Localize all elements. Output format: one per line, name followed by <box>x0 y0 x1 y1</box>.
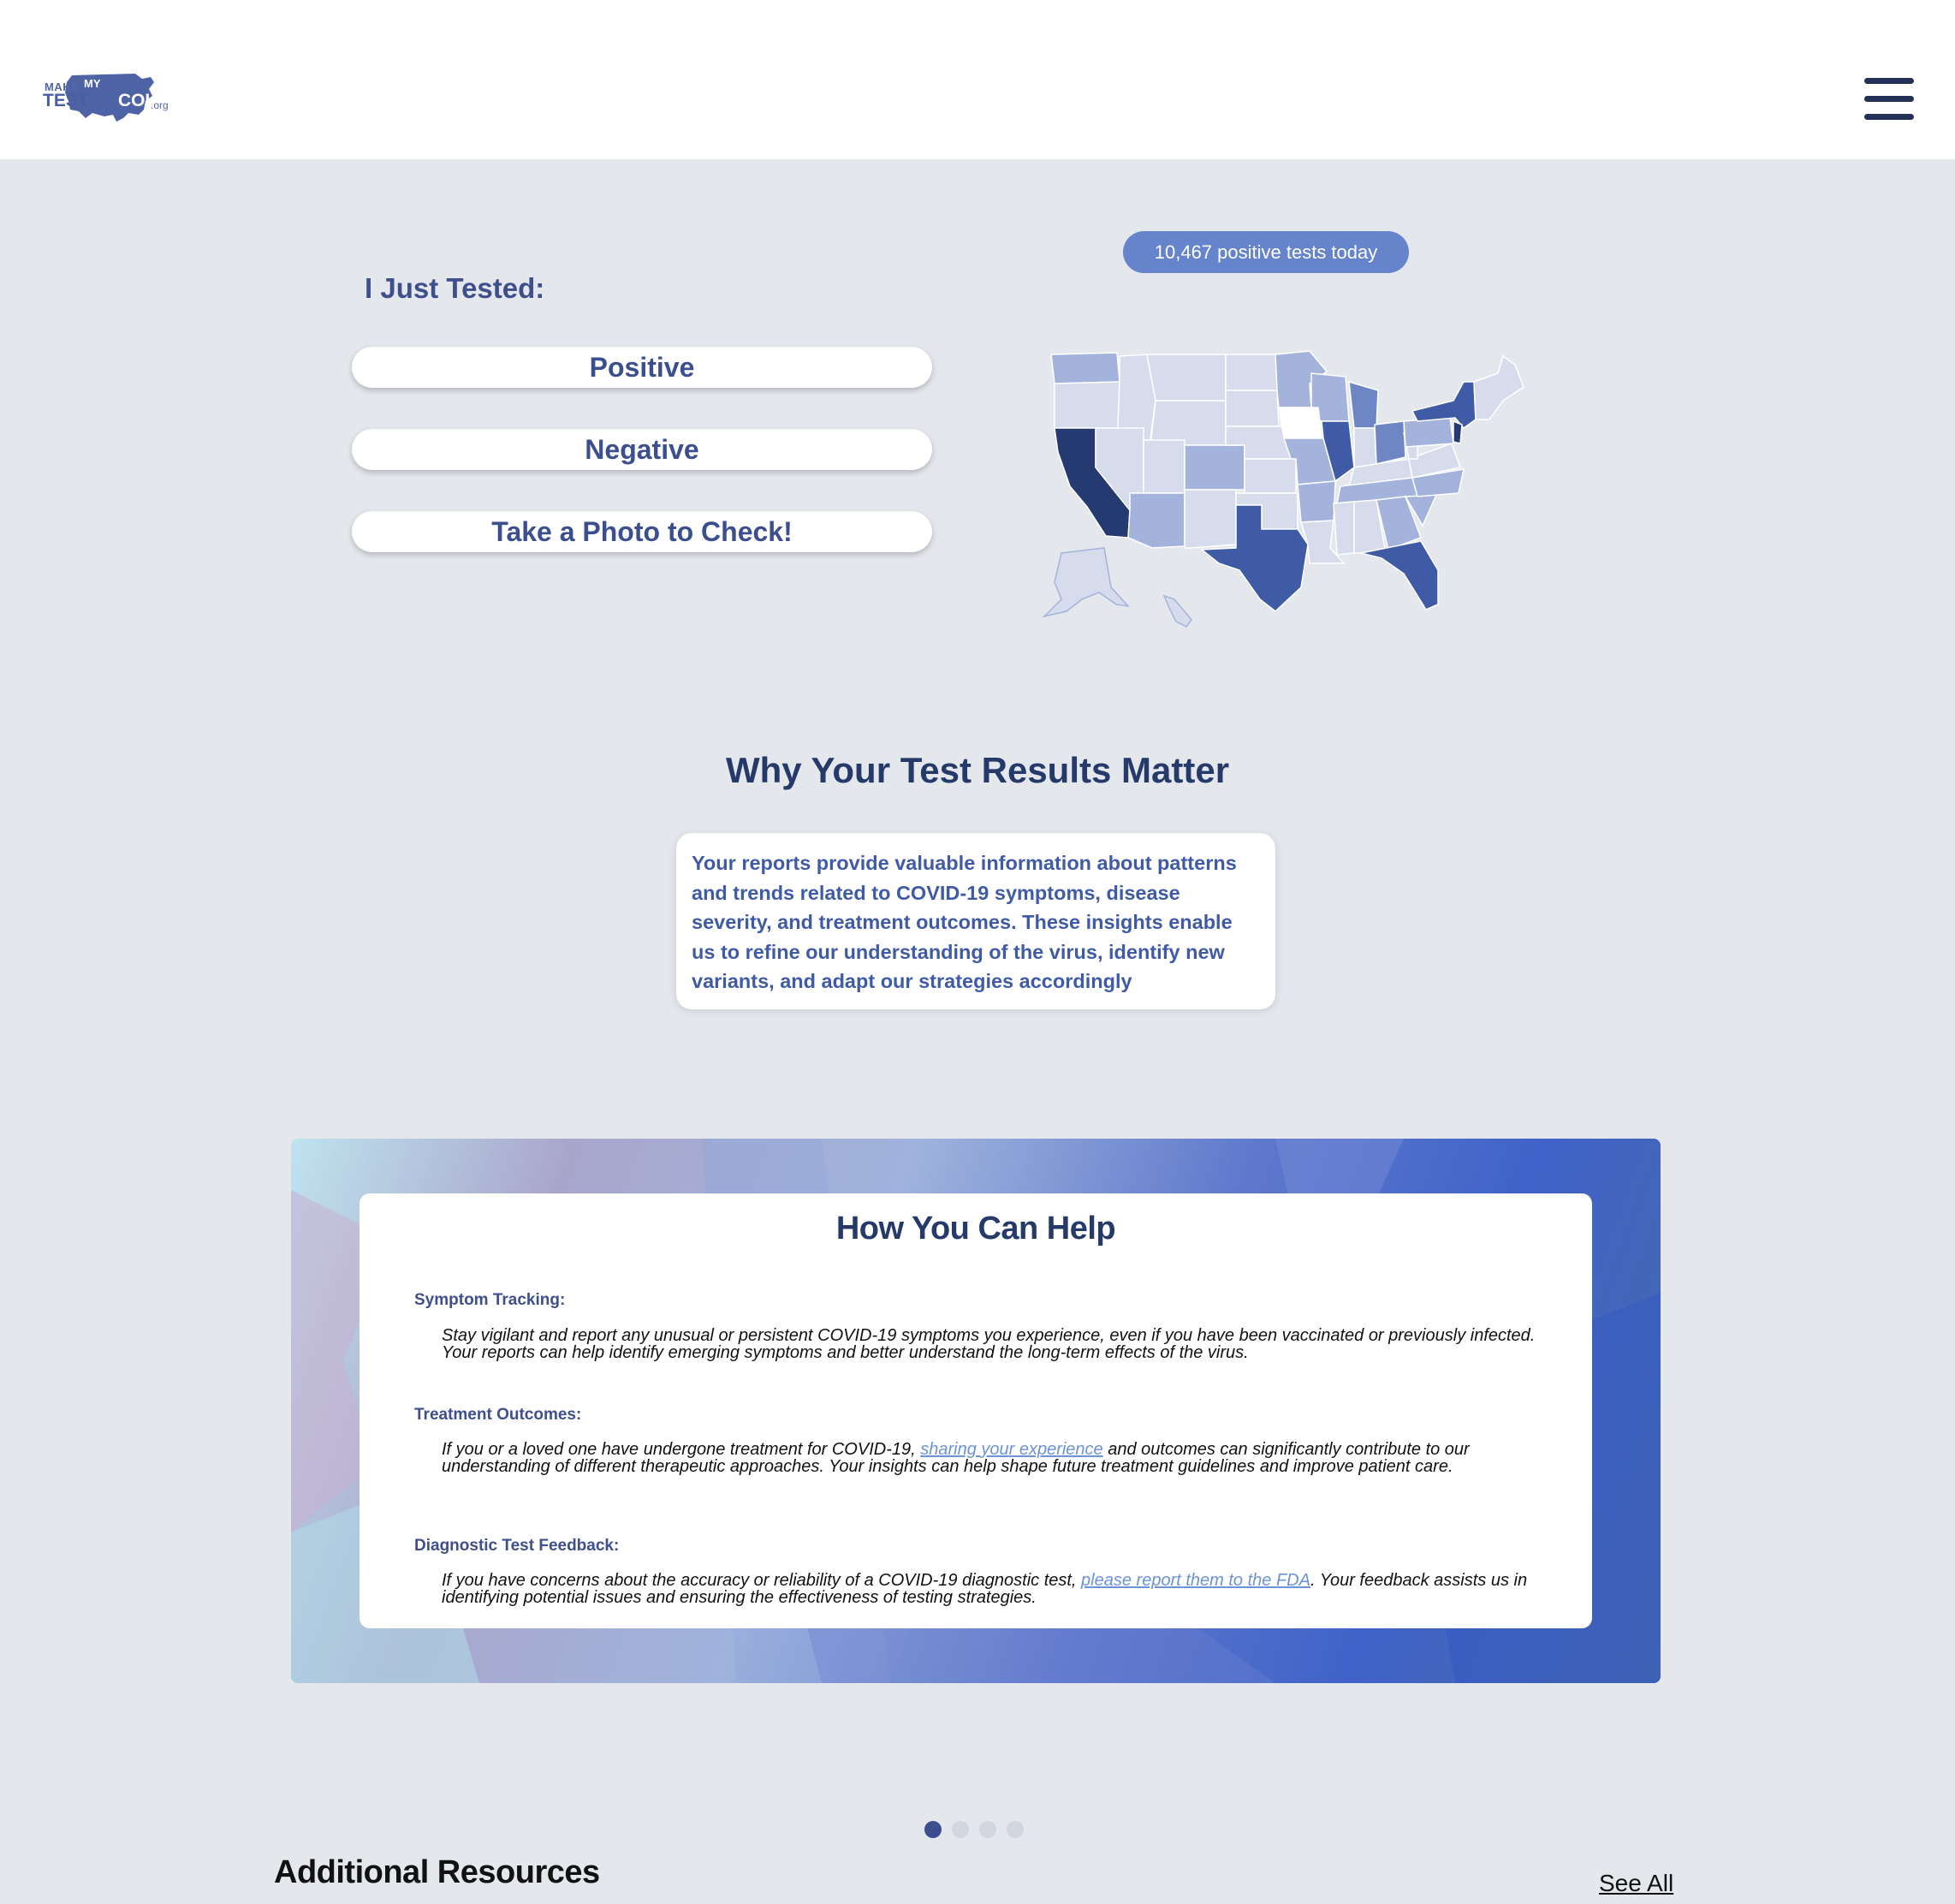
report-to-fda-link[interactable]: please report them to the FDA <box>1081 1571 1310 1590</box>
map-state-oh <box>1374 420 1406 465</box>
map-state-sd <box>1225 390 1280 427</box>
map-state-mi <box>1348 380 1379 429</box>
map-state-or <box>1054 381 1120 429</box>
carousel-dot-4[interactable] <box>1007 1821 1024 1838</box>
map-state-fl <box>1360 540 1439 610</box>
additional-resources-heading: Additional Resources <box>274 1854 600 1890</box>
symptom-tracking-text: Stay vigilant and report any unusual or … <box>442 1326 1536 1362</box>
map-state-ms <box>1333 501 1355 556</box>
positive-button[interactable]: Positive <box>352 347 932 388</box>
map-state-az <box>1127 492 1185 549</box>
sharing-experience-link[interactable]: sharing your experience <box>920 1440 1102 1459</box>
diagnostic-feedback-text: If you have concerns about the accuracy … <box>442 1572 1537 1606</box>
treatment-outcomes-heading: Treatment Outcomes: <box>414 1406 582 1424</box>
map-state-ks <box>1244 458 1297 494</box>
see-all-link[interactable]: See All <box>1599 1870 1673 1897</box>
map-state-pa <box>1403 417 1454 448</box>
logo-org-text: .org <box>151 99 169 111</box>
take-photo-button[interactable]: Take a Photo to Check! <box>352 511 932 552</box>
map-state-mt <box>1146 354 1227 402</box>
diagnostic-feedback-text-start: If you have concerns about the accuracy … <box>442 1571 1082 1590</box>
map-state-nj <box>1453 419 1463 444</box>
map-state-nd <box>1225 354 1278 391</box>
logo-test-text: TEST <box>43 91 89 110</box>
treatment-outcomes-text-start: If you or a loved one have undergone tre… <box>442 1440 921 1459</box>
map-state-in <box>1353 427 1377 468</box>
map-state-ar <box>1297 480 1336 523</box>
logo-my-text: MY <box>84 77 101 90</box>
map-state-new-england <box>1473 354 1524 420</box>
map-state-nm <box>1184 489 1237 549</box>
site-header: MAKE MY TEST COUNT .org <box>0 0 1955 159</box>
symptom-tracking-heading: Symptom Tracking: <box>414 1291 566 1309</box>
negative-button[interactable]: Negative <box>352 429 932 470</box>
us-positivity-map[interactable] <box>1036 339 1549 639</box>
why-results-matter-heading: Why Your Test Results Matter <box>725 750 1230 790</box>
hamburger-bar <box>1864 114 1914 120</box>
hamburger-bar <box>1864 96 1914 102</box>
map-state-wa <box>1050 352 1120 384</box>
map-state-ut <box>1143 439 1185 494</box>
hamburger-menu-icon[interactable] <box>1864 75 1914 123</box>
map-state-wy <box>1150 400 1227 446</box>
treatment-outcomes-text: If you or a loved one have undergone tre… <box>442 1441 1537 1475</box>
carousel-dot-1[interactable] <box>924 1821 942 1838</box>
carousel-dot-2[interactable] <box>952 1821 969 1838</box>
map-state-co <box>1184 444 1245 491</box>
i-just-tested-heading: I Just Tested: <box>365 272 545 304</box>
positive-tests-badge: 10,467 positive tests today <box>1123 231 1409 273</box>
carousel-pagination <box>924 1821 1027 1838</box>
carousel-dot-3[interactable] <box>979 1821 996 1838</box>
how-you-can-help-heading: How You Can Help <box>835 1211 1116 1247</box>
site-logo[interactable]: MAKE MY TEST COUNT .org <box>39 70 182 130</box>
hamburger-bar <box>1864 78 1914 84</box>
map-state-ia <box>1278 407 1322 439</box>
why-results-matter-card: Your reports provide valuable informatio… <box>676 833 1275 1009</box>
diagnostic-feedback-heading: Diagnostic Test Feedback: <box>414 1537 620 1555</box>
map-state-ak <box>1042 547 1130 618</box>
map-state-hi <box>1162 594 1192 628</box>
